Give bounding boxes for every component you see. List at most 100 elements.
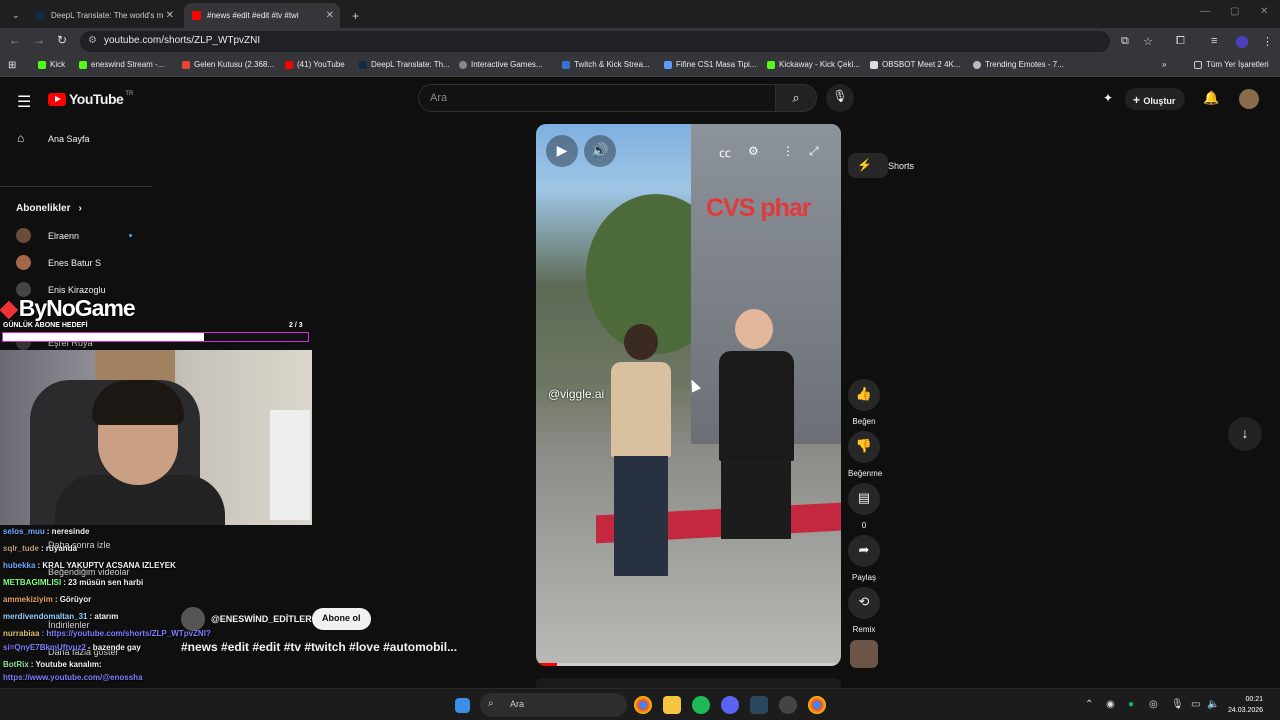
video-progress-bar[interactable] bbox=[536, 663, 841, 666]
kickaway-icon bbox=[767, 60, 775, 69]
reload-icon[interactable]: ↻ bbox=[57, 33, 67, 47]
channel-avatar bbox=[16, 255, 31, 270]
mic-tray-icon[interactable]: 🎙 bbox=[1171, 699, 1184, 710]
cast-icon[interactable]: ⧉ bbox=[1121, 35, 1129, 48]
apps-icon[interactable]: ⊞ bbox=[8, 60, 16, 71]
bookmark-label: Gelen Kutusu (2.368... bbox=[194, 60, 275, 69]
window-close-icon[interactable]: ✕ bbox=[1260, 6, 1268, 17]
chat-username: https://www.youtube.com/@enossha bbox=[3, 673, 143, 682]
all-bookmarks[interactable]: Tüm Yer İşaretleri bbox=[1194, 60, 1269, 69]
bookmark-item[interactable]: Kick bbox=[38, 60, 65, 69]
bookmark-label: Kick bbox=[50, 60, 66, 69]
sidebar-item-shorts[interactable]: ⚡ Shorts bbox=[848, 153, 914, 178]
channel-avatar bbox=[16, 228, 31, 243]
bookmark-item[interactable]: OBSBOT Meet 2 4K... bbox=[870, 60, 961, 69]
youtube-logo[interactable]: YouTube TR bbox=[48, 91, 133, 107]
chat-username: sqlr_tude bbox=[3, 544, 40, 553]
spotify-icon[interactable] bbox=[692, 696, 710, 714]
tray-chevron-icon[interactable]: ⌃ bbox=[1085, 699, 1093, 710]
search-button[interactable]: ⌕ bbox=[775, 84, 817, 112]
captions-icon[interactable]: ㏄ bbox=[719, 144, 731, 161]
user-avatar[interactable] bbox=[1239, 89, 1259, 109]
shorts-video-player[interactable]: CVS phar @viggle.ai ▶ 🔊 ㏄ ⚙ ⋮ ⤢ bbox=[536, 124, 841, 666]
volume-button[interactable]: 🔊 bbox=[584, 135, 616, 167]
bookmark-item[interactable]: Twitch & Kick Strea... bbox=[562, 60, 650, 69]
maximize-icon[interactable]: ▢ bbox=[1230, 6, 1239, 17]
bookmark-item[interactable]: Gelen Kutusu (2.368... bbox=[182, 60, 274, 69]
share-button[interactable]: ➦ Paylaş bbox=[848, 535, 880, 582]
settings-icon[interactable]: ⚙ bbox=[748, 144, 759, 158]
bookmark-item[interactable]: (41) YouTube bbox=[285, 60, 345, 69]
next-short-button[interactable]: ↓ bbox=[1228, 417, 1262, 451]
logo-text: YouTube bbox=[69, 91, 124, 107]
video-sign: CVS phar bbox=[706, 194, 812, 222]
extensions-icon[interactable]: ⧠ bbox=[1176, 35, 1185, 48]
bookmark-item[interactable]: Trending Emotes - 7... bbox=[973, 60, 1064, 69]
new-tab-button[interactable]: + bbox=[344, 3, 364, 28]
display-tray-icon[interactable]: ▭ bbox=[1191, 699, 1200, 710]
menu-icon[interactable]: ⋮ bbox=[1262, 35, 1273, 48]
hamburger-menu-icon[interactable]: ☰ bbox=[17, 92, 31, 112]
close-icon[interactable]: ✕ bbox=[326, 10, 334, 21]
obs-icon[interactable] bbox=[779, 696, 797, 714]
more-options-icon[interactable]: ⋮ bbox=[782, 144, 794, 158]
kick-icon bbox=[38, 60, 46, 69]
url-bar[interactable]: ⚙ youtube.com/shorts/ZLP_WTpvZNI bbox=[80, 31, 1110, 52]
search-input[interactable]: Ara bbox=[418, 84, 776, 112]
creator-avatar[interactable] bbox=[181, 607, 205, 631]
spotify-tray-icon[interactable]: ● bbox=[1128, 699, 1134, 710]
sound-source-thumbnail[interactable] bbox=[850, 640, 878, 668]
taskbar-search[interactable]: ⌕ Ara bbox=[480, 693, 627, 717]
comments-button[interactable]: ▤ 0 bbox=[848, 483, 880, 530]
tab-youtube-short[interactable]: #news #edit #edit #tv #twi ✕ bbox=[184, 3, 340, 28]
chrome-icon[interactable] bbox=[808, 696, 826, 714]
volume-tray-icon[interactable]: 🔈 bbox=[1207, 699, 1219, 710]
subscription-item[interactable]: Elraenn bbox=[16, 228, 79, 243]
site-info-icon[interactable]: ⚙ bbox=[88, 35, 97, 46]
windows-start-icon[interactable] bbox=[455, 698, 470, 713]
discord-icon[interactable] bbox=[721, 696, 739, 714]
chat-text: : neresinde bbox=[46, 527, 90, 536]
profile-avatar[interactable] bbox=[1236, 36, 1248, 48]
minimize-icon[interactable]: — bbox=[1200, 6, 1210, 17]
chat-username: selos_muu bbox=[3, 527, 45, 536]
steam-tray-icon[interactable]: ◎ bbox=[1149, 699, 1158, 710]
forward-icon[interactable]: → bbox=[33, 33, 45, 47]
like-button[interactable]: 👍 Beğen bbox=[848, 379, 880, 426]
subscriptions-header[interactable]: Abonelikler › bbox=[16, 203, 82, 214]
cp-icon bbox=[562, 60, 570, 69]
youtube-icon bbox=[285, 60, 293, 69]
file-explorer-icon[interactable] bbox=[663, 696, 681, 714]
bookmark-star-icon[interactable]: ☆ bbox=[1143, 35, 1153, 48]
next-short-preview bbox=[536, 678, 841, 688]
more-bookmarks-icon[interactable]: » bbox=[1162, 60, 1166, 69]
chat-message: merdivendomaltan_31: atarım bbox=[3, 612, 118, 621]
media-icon[interactable]: ≡ bbox=[1211, 35, 1217, 47]
create-button[interactable]: + Oluştur bbox=[1125, 88, 1186, 110]
remix-button[interactable]: ⟲ Remix bbox=[848, 587, 880, 634]
subscribe-button[interactable]: Abone ol bbox=[312, 608, 371, 630]
notifications-bell-icon[interactable]: 🔔 bbox=[1203, 90, 1219, 106]
steam-icon[interactable] bbox=[750, 696, 768, 714]
play-button[interactable]: ▶ bbox=[546, 135, 578, 167]
close-icon[interactable]: ✕ bbox=[166, 10, 174, 21]
dislike-button[interactable]: 👎 Beğenme bbox=[848, 431, 882, 478]
bookmark-item[interactable]: DeepL Translate: Th... bbox=[359, 60, 450, 69]
bookmark-item[interactable]: Kickaway - Kick Çeki... bbox=[767, 60, 860, 69]
bookmark-item[interactable]: eneswind Stream -... bbox=[79, 60, 164, 69]
chrome-icon[interactable] bbox=[634, 696, 652, 714]
upload-icon[interactable]: ✦ bbox=[1103, 91, 1113, 105]
subscription-item[interactable]: Enes Batur S bbox=[16, 255, 101, 270]
system-clock[interactable]: 00:21 24.03.2026 bbox=[1228, 694, 1263, 716]
back-icon[interactable]: ← bbox=[9, 33, 21, 47]
creator-name[interactable]: @ENESWİND_EDİTLER bbox=[211, 614, 312, 624]
discord-tray-icon[interactable]: ◉ bbox=[1106, 699, 1115, 710]
video-hashtags[interactable]: #news #edit #edit #tv #twitch #love #aut… bbox=[181, 640, 457, 654]
mic-button[interactable]: 🎙 bbox=[826, 84, 854, 112]
tab-search-button[interactable]: ⌄ bbox=[8, 3, 26, 28]
fullscreen-icon[interactable]: ⤢ bbox=[809, 144, 819, 159]
sidebar-item-home[interactable]: ⌂ Ana Sayfa bbox=[8, 126, 144, 151]
bookmark-item[interactable]: Fifine CS1 Masa Tipi... bbox=[664, 60, 756, 69]
bookmark-item[interactable]: Interactive Games... bbox=[459, 60, 543, 69]
tab-deepl[interactable]: DeepL Translate: The world's m ✕ bbox=[28, 3, 180, 28]
